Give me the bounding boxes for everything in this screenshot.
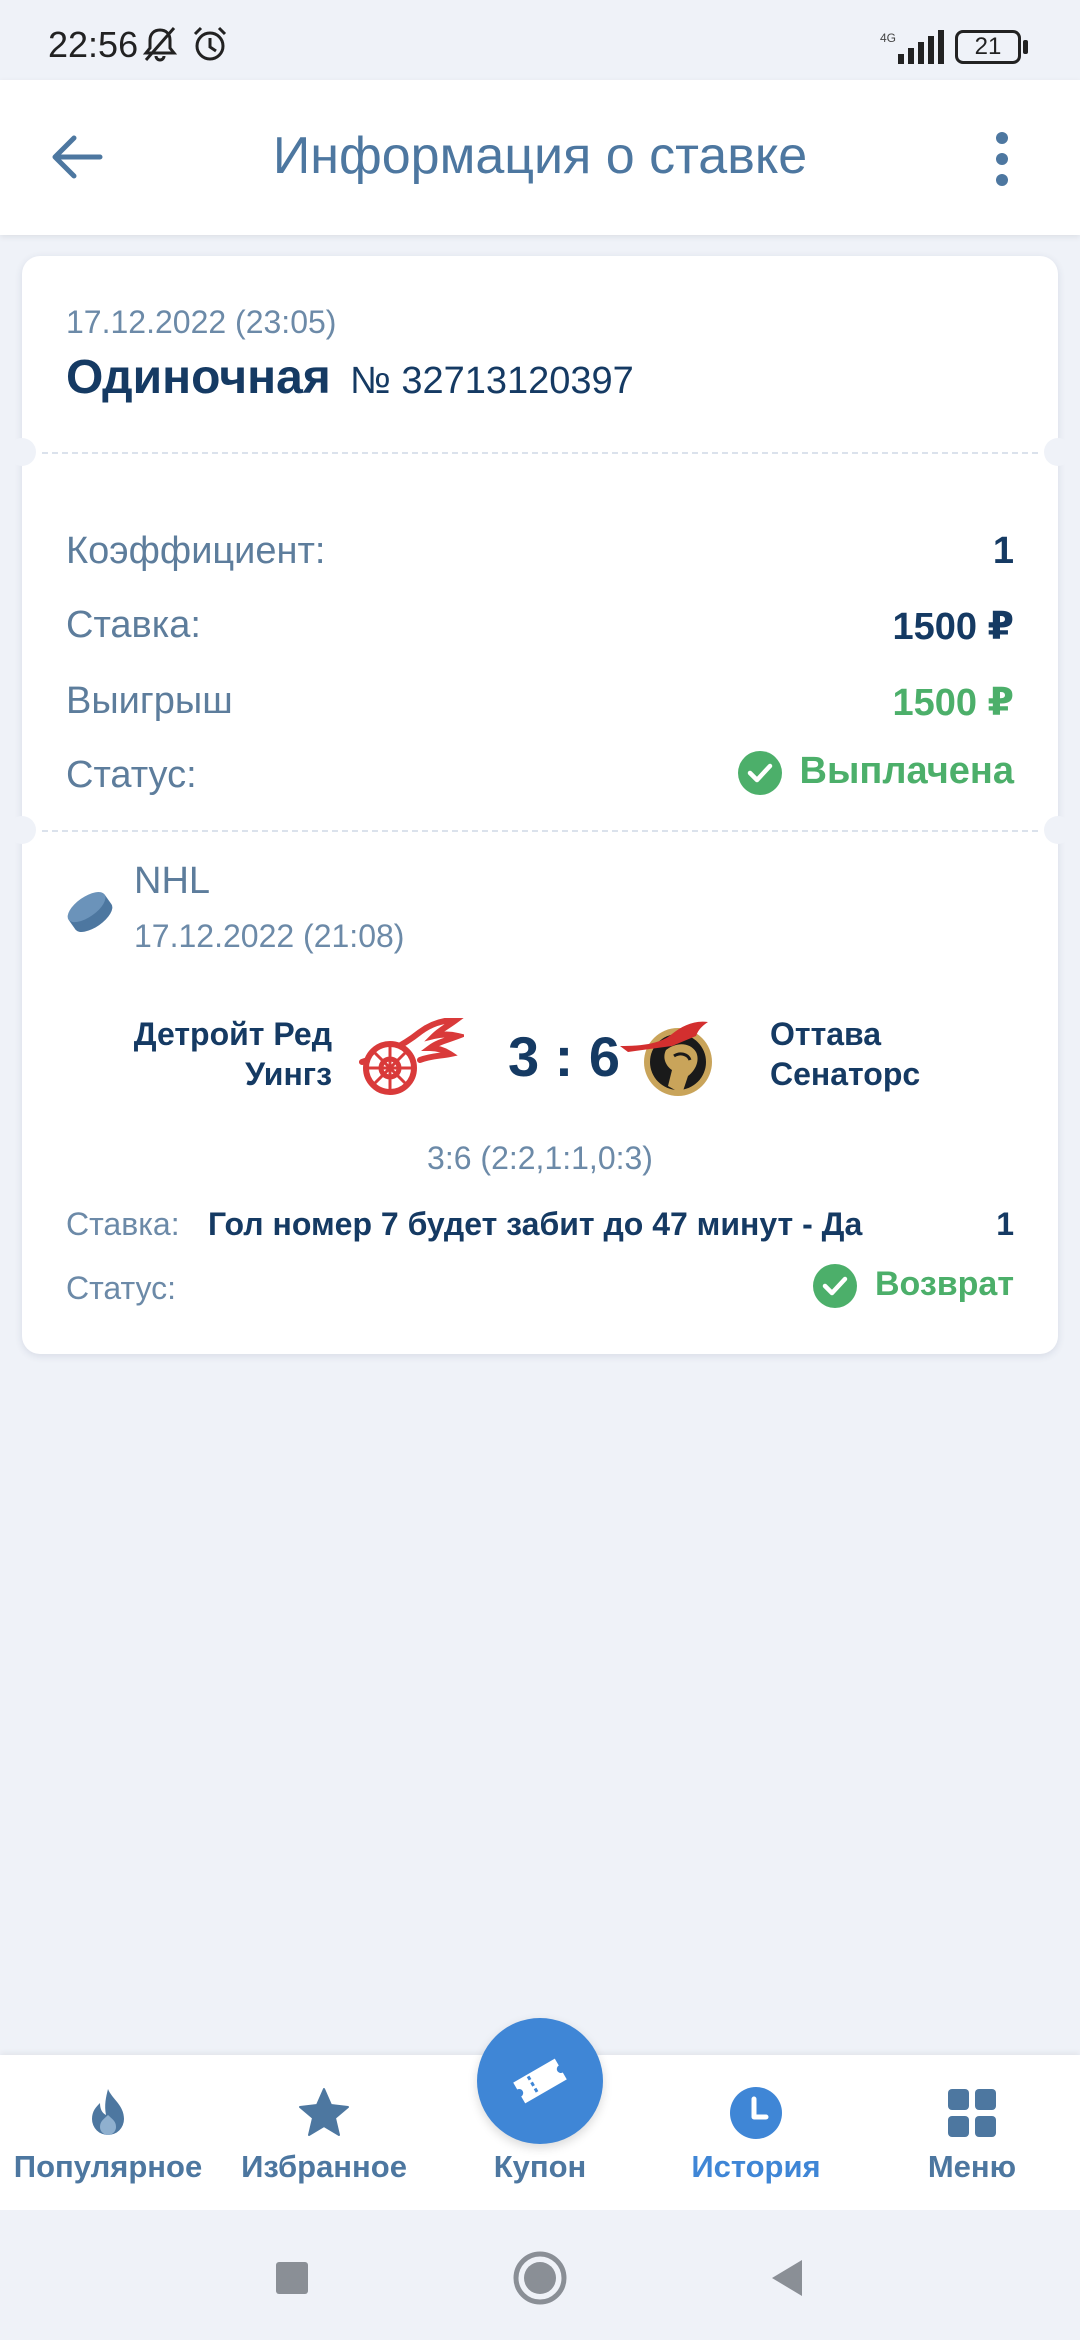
match-date: 17.12.2022 (21:08) xyxy=(134,918,405,954)
detroit-red-wings-logo xyxy=(359,1018,464,1095)
nav-item-history[interactable]: История xyxy=(648,2055,864,2210)
ticket-notch xyxy=(1044,438,1072,466)
nav-label: История xyxy=(691,2149,821,2184)
nav-label: Популярное xyxy=(13,2149,203,2184)
selection-status-label: Статус: xyxy=(66,1270,177,1306)
hockey-puck-icon xyxy=(67,892,113,932)
grid-icon xyxy=(948,2089,996,2137)
selection-text: Гол номер 7 будет забит до 47 минут - Да xyxy=(208,1206,863,1242)
ticket-notch xyxy=(8,438,36,466)
check-circle-icon xyxy=(737,750,782,795)
svg-text:4G: 4G xyxy=(880,31,896,45)
clock-icon xyxy=(730,2087,782,2139)
nav-item-popular[interactable]: Популярное xyxy=(0,2055,216,2210)
back-icon[interactable] xyxy=(760,2250,816,2306)
winnings-label: Выигрыш xyxy=(66,680,233,722)
more-options-icon[interactable] xyxy=(980,122,1024,196)
recent-apps-icon[interactable] xyxy=(264,2250,320,2306)
home-team-name: Детройт Ред Уингз xyxy=(133,1016,332,1092)
nav-item-menu[interactable]: Меню xyxy=(864,2055,1080,2210)
alarm-icon xyxy=(193,26,227,61)
coupon-button[interactable] xyxy=(477,2018,603,2144)
stake-amount-label: Ставка: xyxy=(66,604,201,646)
notifications-muted-icon xyxy=(142,27,178,62)
status-time: 22:56 xyxy=(48,24,139,65)
bet-number: № 32713120397 xyxy=(350,360,634,402)
bet-date: 17.12.2022 (23:05) xyxy=(66,304,337,340)
status-text: Выплачена xyxy=(799,750,1014,792)
ticket-notch xyxy=(1044,816,1072,844)
away-team-name: Оттава Сенаторс xyxy=(770,1016,921,1092)
stake-amount-value: 1500 ₽ xyxy=(892,606,1014,648)
league-name: NHL xyxy=(134,860,211,902)
period-scores: 3:6 (2:2,1:1,0:3) xyxy=(427,1140,653,1176)
bet-type: Одиночная xyxy=(66,351,331,404)
cellular-signal-icon: 4G xyxy=(880,30,944,64)
battery-icon: 21 xyxy=(955,30,1029,64)
bet-card: 17.12.2022 (23:05) Одиночная № 327131203… xyxy=(8,256,1072,1354)
nav-label: Избранное xyxy=(241,2149,407,2184)
battery-level: 21 xyxy=(974,33,1002,60)
ticket-notch xyxy=(8,816,36,844)
page-title: Информация о ставке xyxy=(272,127,808,185)
divider xyxy=(42,452,1038,454)
status-badge: Выплачена xyxy=(737,750,1014,795)
winnings-value: 1500 ₽ xyxy=(892,682,1014,724)
coefficient-value: 1 xyxy=(992,530,1014,572)
system-navigation-bar xyxy=(0,2210,1080,2340)
selection-label: Ставка: xyxy=(66,1206,180,1242)
app-bar: Информация о ставке xyxy=(0,80,1080,235)
star-icon xyxy=(299,2088,349,2136)
ticket-icon xyxy=(513,2058,567,2104)
status-label: Статус: xyxy=(66,754,197,796)
nav-item-favorites[interactable]: Избранное xyxy=(216,2055,432,2210)
flame-icon xyxy=(92,2089,124,2135)
ottawa-senators-logo xyxy=(620,1021,712,1096)
selection-status-badge: Возврат xyxy=(812,1264,1014,1308)
check-circle-icon xyxy=(812,1264,857,1308)
selection-status-text: Возврат xyxy=(874,1264,1014,1303)
coefficient-label: Коэффициент: xyxy=(66,530,326,572)
selection-coefficient: 1 xyxy=(996,1206,1014,1242)
home-icon[interactable] xyxy=(512,2250,568,2306)
status-bar: 22:56 4G 21 xyxy=(0,0,1080,80)
coupon-label: Купон xyxy=(493,2149,587,2184)
divider xyxy=(42,830,1038,832)
nav-label: Меню xyxy=(927,2149,1017,2184)
